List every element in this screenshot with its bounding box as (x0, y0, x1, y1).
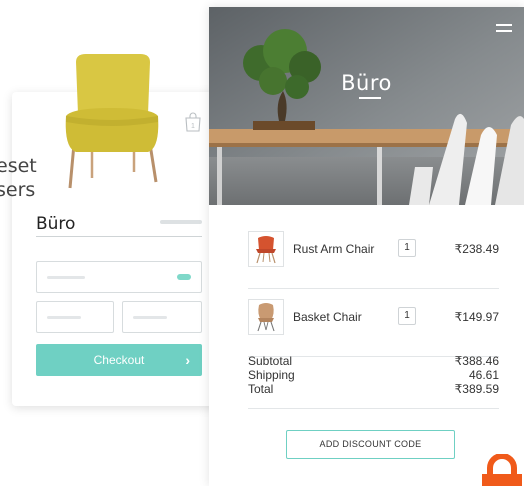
subtotal-row: Subtotal ₹388.46 (248, 354, 499, 368)
total-label: Total (248, 382, 274, 396)
item-price: ₹149.97 (454, 310, 499, 324)
item-name: Basket Chair (293, 310, 362, 324)
item-thumbnail (248, 231, 284, 267)
totals-divider (248, 408, 499, 409)
rust-chair-thumbnail-icon (256, 236, 276, 264)
shipping-value: 46.61 (468, 368, 499, 382)
field-placeholder-bar (133, 316, 167, 319)
shipping-label: Shipping (248, 368, 295, 382)
item-price: ₹238.49 (454, 242, 499, 256)
basket-chair-thumbnail-icon (257, 303, 275, 332)
total-row: Total ₹389.59 (248, 382, 499, 396)
clipped-side-text: eset sers (0, 154, 37, 202)
menu-icon[interactable] (496, 24, 512, 34)
subtotal-value: ₹388.46 (454, 354, 499, 368)
total-value: ₹389.59 (454, 382, 499, 396)
item-divider (248, 288, 499, 289)
side-text-line-2: sers (0, 179, 36, 201)
card-type-badge (177, 274, 191, 280)
yellow-chair-image (65, 54, 159, 189)
item-name: Rust Arm Chair (293, 242, 375, 256)
item-quantity[interactable]: 1 (398, 239, 416, 257)
cart-items: Rust Arm Chair 1 ₹238.49 Basket Chair 1 … (248, 231, 499, 357)
cart-item: Rust Arm Chair 1 ₹238.49 (248, 231, 499, 289)
svg-text:1: 1 (191, 123, 195, 130)
side-text-line-1: eset (0, 155, 37, 177)
brand-divider (36, 236, 202, 237)
shopping-bag-icon[interactable]: 1 (184, 112, 202, 132)
cart-item: Basket Chair 1 ₹149.97 (248, 299, 499, 357)
hero-banner: Büro (209, 7, 524, 205)
add-discount-code-button[interactable]: ADD DISCOUNT CODE (286, 430, 455, 459)
order-totals: Subtotal ₹388.46 Shipping 46.61 Total ₹3… (248, 354, 499, 409)
lock-icon (482, 454, 522, 486)
card-brand-title: Büro (36, 214, 76, 234)
checkout-label: Checkout (93, 353, 145, 367)
field-placeholder-bar (47, 316, 81, 319)
hero-title-underline (359, 97, 381, 99)
subtotal-label: Subtotal (248, 354, 293, 368)
shipping-row: Shipping 46.61 (248, 368, 499, 382)
checkout-button[interactable]: Checkout › (36, 344, 202, 376)
cart-panel: Büro Rust Arm Chair 1 ₹238.49 Basket Cha… (209, 7, 524, 486)
item-thumbnail (248, 299, 284, 335)
cvc-field[interactable] (122, 301, 202, 333)
chevron-right-icon: › (185, 352, 190, 368)
expiry-field[interactable] (36, 301, 114, 333)
card-number-field[interactable] (36, 261, 202, 293)
item-quantity[interactable]: 1 (398, 307, 416, 325)
field-placeholder-bar (47, 276, 85, 279)
brand-placeholder-bar (160, 220, 202, 224)
hero-brand-title: Büro (341, 71, 392, 95)
hero-photo (209, 7, 524, 205)
